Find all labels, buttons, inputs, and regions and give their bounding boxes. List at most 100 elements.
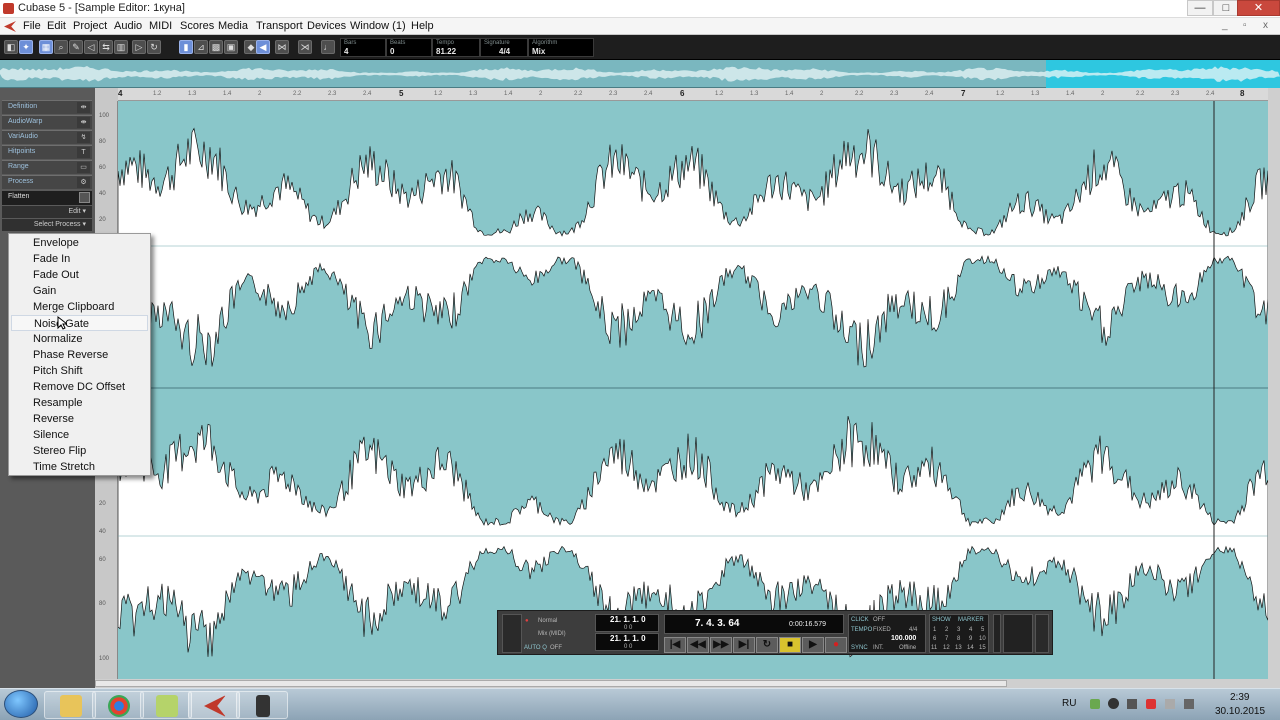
hitpoint-icon[interactable]: ⋈ (275, 40, 289, 54)
scrollbar-thumb[interactable] (95, 680, 1007, 687)
warp-tool-icon[interactable]: ⋊ (298, 40, 312, 54)
note-icon[interactable]: ♩ (321, 40, 335, 54)
click-value[interactable]: OFF (873, 617, 885, 623)
waveform-display[interactable] (118, 101, 1268, 679)
marker-button[interactable]: 6 (933, 636, 936, 642)
vertical-scrollbar[interactable] (1268, 88, 1280, 679)
menu-audio[interactable]: Audio (114, 20, 142, 32)
mdi-minimize-button[interactable]: _ (1222, 20, 1228, 31)
bars-field[interactable]: Bars 4 (340, 38, 386, 57)
marker-button[interactable]: 10 (979, 636, 986, 642)
zoom-icon[interactable]: ⌕ (54, 40, 68, 54)
taskbar-explorer[interactable] (44, 691, 96, 719)
rewind-button[interactable]: ◀◀ (687, 637, 709, 653)
menu-item-time-stretch[interactable]: Time Stretch (11, 459, 148, 475)
taskbar-cubase[interactable] (188, 691, 240, 719)
play-tool-icon[interactable]: ◁ (84, 40, 98, 54)
menu-transport[interactable]: Transport (256, 20, 303, 32)
menu-item-reverse[interactable]: Reverse (11, 411, 148, 427)
marker-button[interactable]: 4 (969, 627, 972, 633)
taskbar-notes[interactable] (140, 691, 192, 719)
draw-icon[interactable]: ✎ (69, 40, 83, 54)
loop-region-icon[interactable]: ↻ (147, 40, 161, 54)
goto-end-button[interactable]: ▶| (733, 637, 755, 653)
marker-button[interactable]: 11 (931, 645, 937, 651)
show-button[interactable]: SHOW (932, 617, 951, 623)
show-region-icon[interactable]: ▮ (179, 40, 193, 54)
grid-icon[interactable]: ▥ (114, 40, 128, 54)
menu-help[interactable]: Help (411, 20, 434, 32)
menu-item-stereo-flip[interactable]: Stereo Flip (11, 443, 148, 459)
menu-item-normalize[interactable]: Normalize (11, 331, 148, 347)
menu-item-fade-out[interactable]: Fade Out (11, 267, 148, 283)
musical-mode-icon[interactable]: ▩ (209, 40, 223, 54)
menu-item-remove-dc-offset[interactable]: Remove DC Offset (11, 379, 148, 395)
clock-date[interactable]: 30.10.2015 (1215, 706, 1265, 717)
marker-button[interactable]: 9 (969, 636, 972, 642)
menu-devices[interactable]: Devices (307, 20, 346, 32)
horizontal-scrollbar[interactable] (95, 679, 1280, 688)
signature-value[interactable]: 4/4 (909, 627, 917, 633)
menu-item-phase-reverse[interactable]: Phase Reverse (11, 347, 148, 363)
marker-button[interactable]: 2 (945, 627, 948, 633)
menu-item-pitch-shift[interactable]: Pitch Shift (11, 363, 148, 379)
goto-start-button[interactable]: |◀ (664, 637, 686, 653)
sync-mode[interactable]: INT. (873, 645, 884, 651)
menu-midi[interactable]: MIDI (149, 20, 172, 32)
marker-button[interactable]: 5 (981, 627, 984, 633)
inspector-process[interactable]: Process ⚙ (2, 175, 92, 189)
menu-item-noise-gate[interactable]: Noise Gate (11, 315, 148, 331)
record-mode-value[interactable]: Normal (538, 618, 557, 624)
inspector-range[interactable]: Range ▭ (2, 160, 92, 174)
menu-item-merge-clipboard[interactable]: Merge Clipboard (11, 299, 148, 315)
signature-field[interactable]: Signature 4/4 (480, 38, 528, 57)
cycle-mode-value[interactable]: Mix (MIDI) (538, 631, 566, 637)
start-button[interactable] (4, 690, 38, 718)
select-process-dropdown[interactable]: Select Process ▾ (2, 219, 92, 231)
marker-button[interactable]: 3 (957, 627, 960, 633)
snap-icon[interactable]: ▣ (224, 40, 238, 54)
menu-item-resample[interactable]: Resample (11, 395, 148, 411)
menu-item-gain[interactable]: Gain (11, 283, 148, 299)
inspector-definition[interactable]: Definition ⇹ (2, 100, 92, 114)
tempo-mode[interactable]: FIXED (873, 627, 891, 633)
cubase-logo-icon[interactable] (4, 21, 16, 32)
menu-item-silence[interactable]: Silence (11, 427, 148, 443)
play-region-icon[interactable]: ▷ (132, 40, 146, 54)
scrub-icon[interactable]: ⇆ (99, 40, 113, 54)
range-select-icon[interactable]: ▦ (39, 40, 53, 54)
tempo-value[interactable]: 100.000 (891, 635, 916, 642)
tray-icon[interactable] (1146, 699, 1156, 709)
left-locator-display[interactable]: 21. 1. 1. 0 0 0 (595, 614, 659, 632)
beats-field[interactable]: Beats 0 (386, 38, 432, 57)
menu-item-envelope[interactable]: Envelope (11, 235, 148, 251)
close-button[interactable]: ✕ (1237, 0, 1280, 16)
tray-icon[interactable] (1165, 699, 1175, 709)
play-button[interactable]: ▶ (802, 637, 824, 653)
inspector-variaudio[interactable]: VariAudio ↯ (2, 130, 92, 144)
marker-button[interactable]: 15 (979, 645, 986, 651)
solo-icon[interactable]: ◧ (4, 40, 18, 54)
volume-icon[interactable] (1184, 699, 1194, 709)
marker-button[interactable]: 14 (967, 645, 974, 651)
maximize-button[interactable]: □ (1213, 0, 1239, 16)
position-display[interactable]: 7. 4. 3. 64 0:00:16.579 (664, 614, 844, 634)
fast-forward-button[interactable]: ▶▶ (710, 637, 732, 653)
edit-dropdown[interactable]: Edit ▾ (2, 206, 92, 218)
listen-icon[interactable]: ✦ (19, 40, 33, 54)
warp-icon[interactable]: ⊿ (194, 40, 208, 54)
autoscroll-icon[interactable]: ◀ (256, 40, 270, 54)
overview-waveform[interactable] (0, 60, 1280, 88)
clock-time[interactable]: 2:39 (1230, 692, 1249, 703)
marker-button[interactable]: 1 (933, 627, 936, 633)
auto-q-value[interactable]: OFF (550, 645, 562, 651)
mdi-close-button[interactable]: x (1263, 20, 1268, 31)
right-locator-display[interactable]: 21. 1. 1. 0 0 0 (595, 633, 659, 651)
output-fader[interactable] (1035, 614, 1049, 653)
timeline-ruler[interactable]: 4 1.2 1.3 1.4 2 2.2 2.3 2.4 5 1.2 1.3 1.… (118, 88, 1268, 101)
language-indicator[interactable]: RU (1062, 698, 1076, 709)
menu-file[interactable]: File (23, 20, 41, 32)
stop-button[interactable]: ■ (779, 637, 801, 653)
menu-edit[interactable]: Edit (47, 20, 66, 32)
algorithm-field[interactable]: Algorithm Mix (528, 38, 594, 57)
